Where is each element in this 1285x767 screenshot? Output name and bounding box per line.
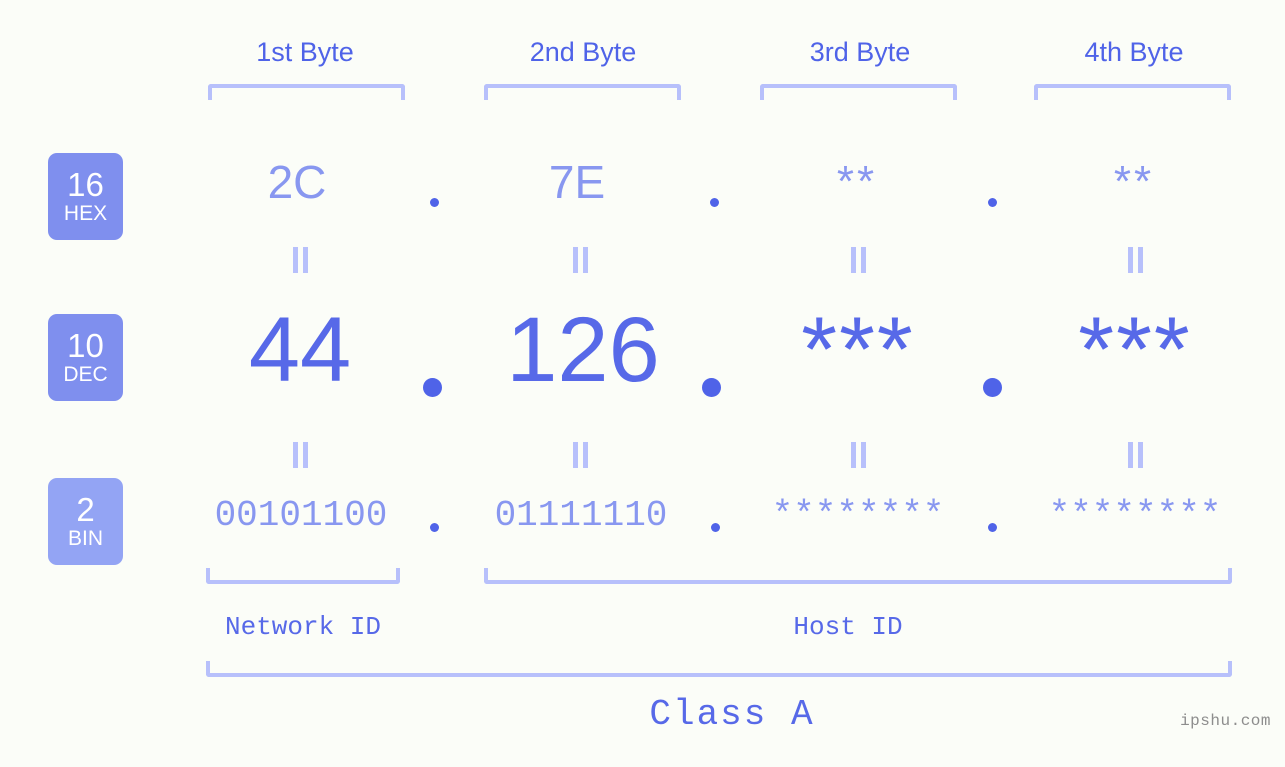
dec-byte-3: *** <box>801 299 915 401</box>
hex-byte-2: 7E <box>548 156 606 208</box>
hex-byte-4: ** <box>1113 157 1155 206</box>
byte-header-3: 3rd Byte <box>809 37 911 67</box>
host-id-bracket <box>484 568 1232 584</box>
host-id-label: Host ID <box>793 612 903 642</box>
hex-byte-1: 2C <box>267 156 327 208</box>
base-badge-dec-number: 10 <box>67 327 104 364</box>
bin-separator-dot-1 <box>430 523 439 532</box>
equals-icon-hex-dec-1 <box>292 247 310 273</box>
byte-header-1: 1st Byte <box>256 37 354 67</box>
equals-icon-hex-dec-3 <box>850 247 868 273</box>
base-badge-hex-label: HEX <box>63 202 108 225</box>
equals-icon-dec-bin-1 <box>292 442 310 468</box>
base-badge-bin-label: BIN <box>67 527 103 550</box>
equals-icon-hex-dec-4 <box>1127 247 1145 273</box>
bin-byte-2: 01111110 <box>494 495 668 536</box>
base-badge-bin: 2 BIN <box>48 478 123 565</box>
hex-separator-dot-1 <box>430 198 439 207</box>
class-bracket <box>206 661 1232 677</box>
network-id-label: Network ID <box>224 612 382 642</box>
dec-separator-dot-3 <box>983 378 1002 397</box>
base-badge-dec-label: DEC <box>63 363 108 386</box>
bin-byte-3: ******** <box>771 495 945 536</box>
class-label: Class A <box>649 694 815 735</box>
bin-byte-4: ******** <box>1048 495 1222 536</box>
equals-icon-dec-bin-2 <box>572 442 590 468</box>
byte-bracket-4 <box>1034 84 1231 100</box>
equals-icon-dec-bin-3 <box>850 442 868 468</box>
dec-byte-4: *** <box>1078 299 1192 401</box>
hex-separator-dot-3 <box>988 198 997 207</box>
dec-byte-2: 126 <box>506 299 660 401</box>
base-badge-hex: 16 HEX <box>48 153 123 240</box>
base-badge-hex-number: 16 <box>67 166 104 203</box>
bin-byte-1: 00101100 <box>214 495 388 536</box>
byte-bracket-1 <box>208 84 405 100</box>
base-badge-dec: 10 DEC <box>48 314 123 401</box>
byte-header-4: 4th Byte <box>1084 37 1184 67</box>
hex-byte-3: ** <box>836 157 878 206</box>
dec-separator-dot-1 <box>423 378 442 397</box>
byte-header-2: 2nd Byte <box>529 37 637 67</box>
byte-bracket-3 <box>760 84 957 100</box>
base-badge-bin-number: 2 <box>76 491 95 528</box>
bin-separator-dot-2 <box>711 523 720 532</box>
watermark: ipshu.com <box>1180 712 1271 730</box>
network-id-bracket <box>206 568 400 584</box>
hex-separator-dot-2 <box>710 198 719 207</box>
ip-byte-diagram: 1st Byte 2nd Byte 3rd Byte 4th Byte 16 H… <box>0 0 1285 767</box>
bin-separator-dot-3 <box>988 523 997 532</box>
dec-byte-1: 44 <box>248 299 352 401</box>
dec-separator-dot-2 <box>702 378 721 397</box>
equals-icon-hex-dec-2 <box>572 247 590 273</box>
byte-bracket-2 <box>484 84 681 100</box>
equals-icon-dec-bin-4 <box>1127 442 1145 468</box>
